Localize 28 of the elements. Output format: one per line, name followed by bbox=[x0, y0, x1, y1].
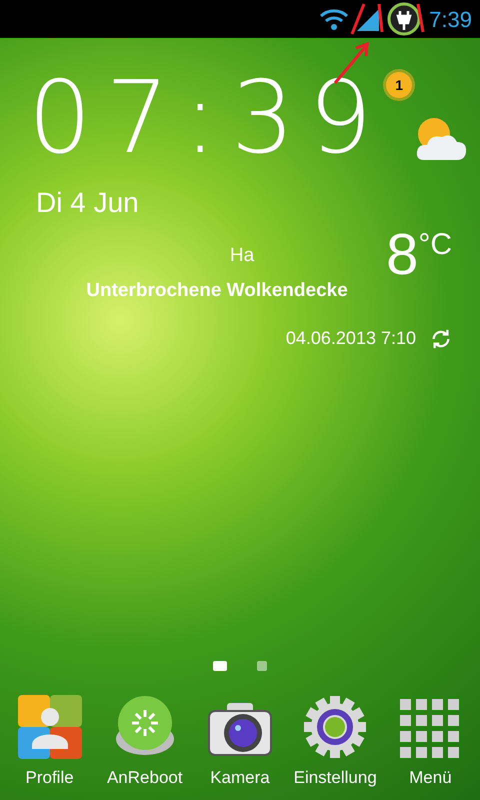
annotation-slash bbox=[416, 2, 426, 34]
weather-updated: 04.06.2013 7:10 bbox=[286, 327, 416, 350]
app-shortcut[interactable]: Profile bbox=[2, 692, 98, 790]
app-shortcut[interactable]: Einstellung bbox=[288, 692, 383, 790]
annotation-slash bbox=[350, 2, 366, 36]
weather-condition: Unterbrochene Wolkendecke bbox=[86, 278, 348, 302]
app-label: AnReboot bbox=[106, 766, 183, 788]
wifi-icon bbox=[319, 8, 350, 30]
clock-time: 07:39 bbox=[28, 68, 386, 168]
charging-battery-icon bbox=[387, 2, 422, 36]
app-grid-icon bbox=[400, 698, 460, 758]
app-label: Profile bbox=[26, 766, 74, 788]
app-shortcut[interactable]: Kamera bbox=[192, 692, 288, 790]
status-time: 7:39 bbox=[429, 6, 472, 34]
temperature-unit: °C bbox=[418, 230, 452, 260]
app-shortcut[interactable]: AnReboot bbox=[97, 692, 192, 790]
app-label: Kamera bbox=[210, 766, 270, 788]
clock-date: Di 4 Jun bbox=[36, 186, 140, 220]
alert-badge: 1 bbox=[386, 72, 412, 98]
app-shortcut[interactable]: Menü bbox=[382, 692, 478, 790]
app-label: Einstellung bbox=[294, 766, 377, 788]
contacts-icon bbox=[18, 694, 82, 758]
temperature: 8 bbox=[386, 226, 418, 284]
app-label: Menü bbox=[409, 766, 452, 788]
weather-location: Ha bbox=[230, 244, 254, 268]
annotation-slash bbox=[377, 2, 385, 34]
refresh-icon[interactable] bbox=[430, 328, 452, 350]
gear-icon bbox=[303, 694, 368, 758]
